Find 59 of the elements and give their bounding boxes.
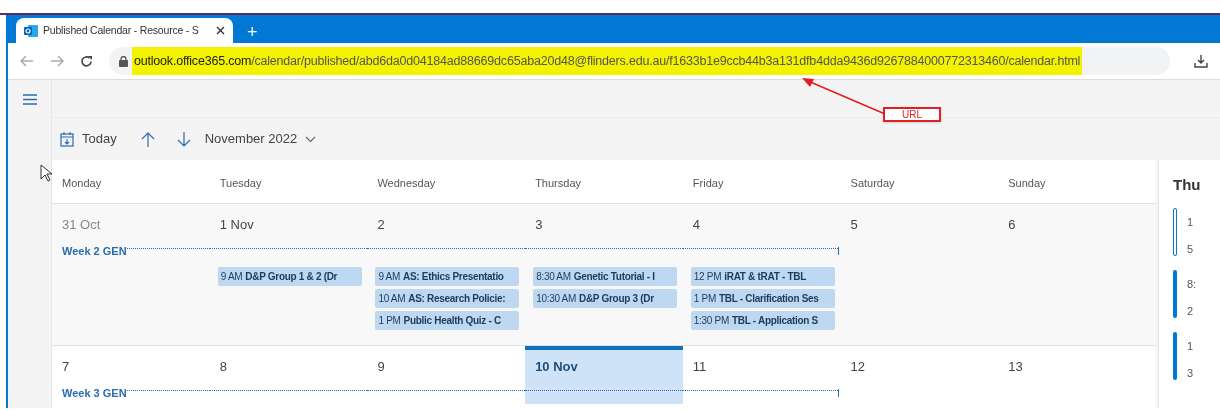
outlook-icon <box>24 23 38 38</box>
day-number: 6 <box>1008 217 1016 232</box>
today-button[interactable]: Today <box>60 129 123 149</box>
calendar-event[interactable]: 10:30 AM D&P Group 3 (Dr <box>533 289 678 308</box>
agenda-time: 1 <box>1187 215 1194 230</box>
down-arrow-icon[interactable] <box>176 131 191 147</box>
day-number: 10 Nov <box>535 359 578 374</box>
agenda-detail: 5 <box>1187 241 1194 257</box>
day-number: 7 <box>62 359 70 374</box>
lock-icon <box>119 55 128 67</box>
weekday-header: Tuesday <box>219 176 262 189</box>
weekday-header: Sunday <box>1008 176 1046 189</box>
calendar-event[interactable]: 1 PM Public Health Quiz - C <box>375 311 520 330</box>
new-tab-button[interactable]: + <box>247 23 258 41</box>
agenda-item[interactable]: 1 3 <box>1173 332 1220 380</box>
chevron-down-icon <box>305 135 317 143</box>
day-number: 4 <box>692 217 701 232</box>
calendar-event[interactable]: 1 PM TBL - Clarification Ses <box>690 289 835 308</box>
calendar-event[interactable]: 10 AM AS: Research Policie: <box>375 289 520 308</box>
agenda-detail: 2 <box>1187 303 1195 319</box>
today-cell[interactable] <box>525 346 683 404</box>
weekday-header: Monday <box>62 176 102 189</box>
day-number: 2 <box>377 217 385 232</box>
day-number: 3 <box>535 217 543 232</box>
day-number: 13 <box>1008 359 1023 374</box>
day-number: 9 <box>377 359 385 374</box>
day-number: 31 Oct <box>62 217 101 232</box>
agenda-time: 8: <box>1187 277 1197 292</box>
day-number: 1 Nov <box>219 217 254 232</box>
weekday-header: Wednesday <box>377 176 436 189</box>
weekday-header: Saturday <box>850 176 895 189</box>
calendar-event[interactable]: 9 AM D&P Group 1 & 2 (Dr <box>217 267 362 286</box>
calendar-event[interactable]: 9 AM AS: Ethics Presentatio <box>375 267 520 286</box>
calendar-event[interactable]: 1:30 PM TBL - Application S <box>690 311 835 330</box>
weekday-header: Friday <box>692 176 724 189</box>
day-number: 11 <box>692 359 707 374</box>
weekday-header: Thursday <box>535 176 581 189</box>
agenda-time: 1 <box>1187 339 1194 354</box>
download-icon[interactable] <box>1194 54 1208 68</box>
week-banner-label[interactable]: Week 3 GEN <box>62 384 127 402</box>
agenda-detail: 3 <box>1187 365 1194 381</box>
annotation-label: URL <box>883 107 941 122</box>
day-number: 12 <box>850 359 866 374</box>
day-number: 5 <box>850 217 858 232</box>
week-banner-label[interactable]: Week 2 GEN <box>62 242 127 260</box>
agenda-item[interactable]: 8: 2 <box>1173 270 1220 318</box>
calendar-event[interactable]: 12 PM iRAT & tRAT - TBL <box>690 267 835 286</box>
month-picker[interactable]: November 2022 <box>204 129 317 149</box>
close-icon[interactable] <box>216 26 225 35</box>
agenda-heading: Thu <box>1173 175 1202 195</box>
calendar-event[interactable]: 8:30 AM Genetic Tutorial - I <box>533 267 678 286</box>
reload-icon[interactable] <box>80 54 93 68</box>
up-arrow-icon[interactable] <box>140 131 155 147</box>
day-number: 8 <box>219 359 227 374</box>
tab-title: Published Calendar - Resource - S <box>43 22 200 38</box>
agenda-item[interactable]: 1 5 <box>1173 208 1220 256</box>
browser-tab[interactable]: Published Calendar - Resource - S <box>16 18 233 43</box>
menu-icon[interactable] <box>22 94 37 105</box>
calendar-icon <box>60 131 74 147</box>
